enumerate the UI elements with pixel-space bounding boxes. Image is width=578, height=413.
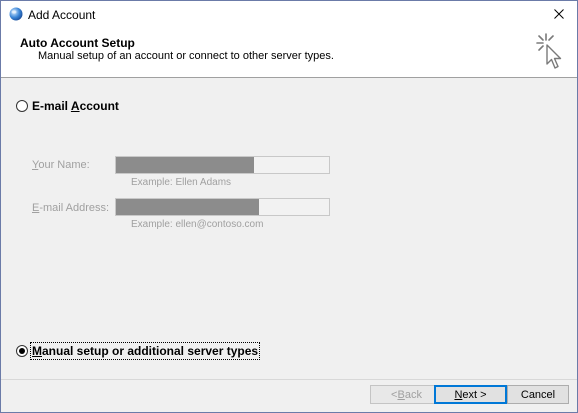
footer-divider bbox=[1, 379, 577, 380]
manual-setup-option[interactable]: Manual setup or additional server types bbox=[16, 342, 261, 360]
page-title: Auto Account Setup bbox=[20, 36, 135, 50]
wizard-header: Auto Account Setup Manual setup of an ac… bbox=[1, 27, 577, 78]
back-button[interactable]: < Back bbox=[370, 385, 443, 404]
outlook-globe-icon bbox=[9, 7, 23, 21]
your-name-input[interactable] bbox=[115, 156, 330, 174]
your-name-masked-value bbox=[116, 157, 255, 173]
next-button[interactable]: Next > bbox=[434, 385, 507, 404]
email-address-hint: Example: ellen@contoso.com bbox=[131, 219, 264, 230]
email-address-masked-value bbox=[116, 199, 259, 215]
email-account-option[interactable]: E-mail Account bbox=[16, 99, 119, 113]
your-name-label: Your Name: bbox=[32, 159, 90, 171]
email-address-label: E-mail Address: bbox=[32, 202, 110, 214]
window-title: Add Account bbox=[28, 8, 96, 22]
page-subtitle: Manual setup of an account or connect to… bbox=[38, 50, 334, 62]
email-account-radio[interactable] bbox=[16, 100, 28, 112]
manual-setup-radio[interactable] bbox=[16, 345, 28, 357]
close-icon bbox=[554, 9, 564, 19]
email-address-input[interactable] bbox=[115, 198, 330, 216]
close-button[interactable] bbox=[541, 1, 577, 27]
email-account-label: E-mail Account bbox=[32, 99, 119, 113]
manual-setup-label: Manual setup or additional server types bbox=[29, 342, 261, 360]
add-account-dialog: Add Account Auto Account Setup Manual se… bbox=[0, 0, 578, 413]
your-name-hint: Example: Ellen Adams bbox=[131, 177, 232, 188]
cursor-sparkle-icon bbox=[534, 32, 570, 74]
title-bar: Add Account bbox=[1, 1, 577, 27]
cancel-button[interactable]: Cancel bbox=[507, 385, 569, 404]
